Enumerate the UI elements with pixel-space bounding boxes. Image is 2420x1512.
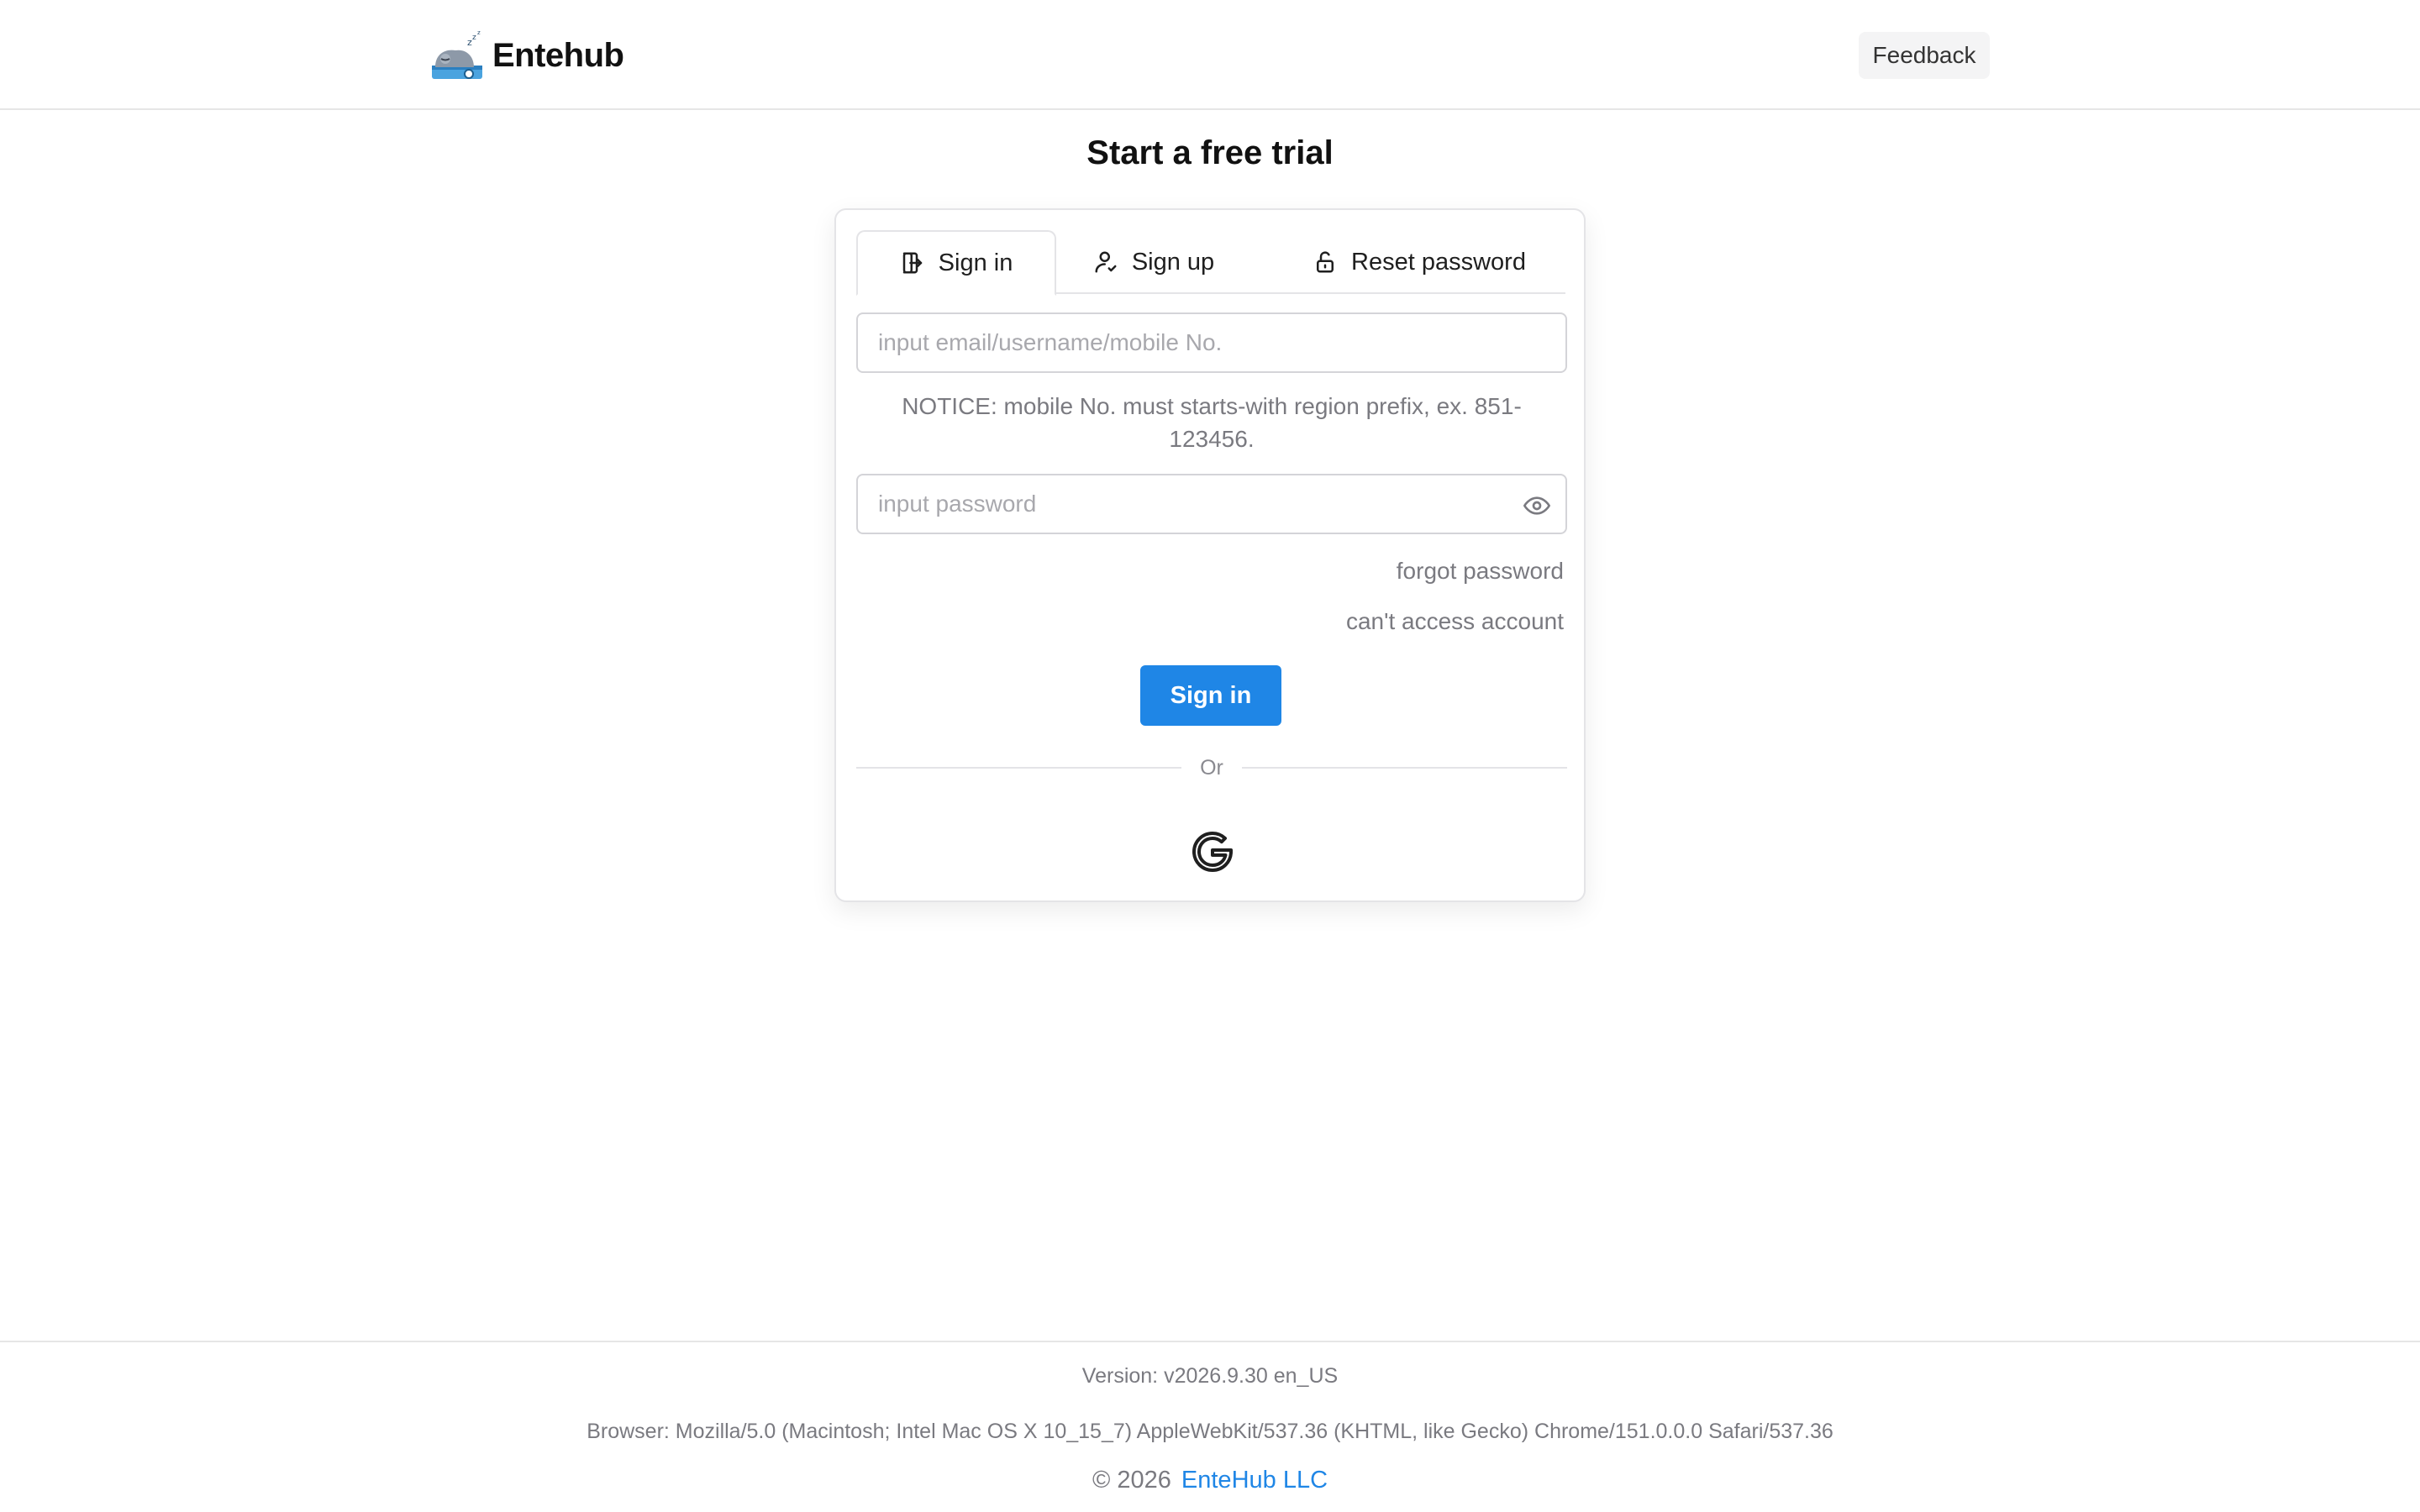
sign-in-icon — [902, 252, 922, 274]
unlock-icon — [1317, 251, 1334, 273]
tab-sign-up[interactable]: Sign up — [1078, 230, 1229, 294]
email-input[interactable] — [858, 314, 1565, 371]
page-footer: Version: v2026.9.30 en_US Browser: Mozil… — [0, 1341, 2420, 1512]
logo-icon: z z z — [432, 30, 482, 79]
eye-icon[interactable] — [1523, 492, 1550, 519]
forgot-password-link[interactable]: forgot password — [1397, 558, 1564, 585]
tab-label: Reset password — [1351, 248, 1526, 276]
svg-text:z: z — [477, 30, 481, 36]
password-field-wrapper — [856, 474, 1567, 534]
page-title: Start a free trial — [1086, 134, 1334, 171]
divider-text: Or — [1200, 755, 1223, 780]
brand[interactable]: z z z Entehub — [430, 30, 624, 81]
divider-line — [1241, 767, 1567, 769]
email-field-wrapper — [856, 312, 1567, 373]
copyright-text: © 2026 — [1092, 1467, 1171, 1494]
tab-label: Sign up — [1131, 248, 1215, 276]
or-divider: Or — [856, 751, 1567, 785]
divider-line — [856, 767, 1182, 769]
top-header: z z z Entehub Feedback — [0, 0, 2420, 110]
company-link[interactable]: EnteHub LLC — [1181, 1467, 1328, 1494]
password-input[interactable] — [858, 475, 1565, 533]
auth-card: Sign in Sign up Reset password NOTICE: m… — [834, 208, 1586, 902]
sign-in-button[interactable]: Sign in — [1140, 665, 1281, 726]
cant-access-account-link[interactable]: can't access account — [1346, 608, 1564, 635]
tab-reset-password[interactable]: Reset password — [1293, 230, 1545, 294]
browser-info: Browser: Mozilla/5.0 (Macintosh; Intel M… — [587, 1420, 1833, 1443]
auth-tabs: Sign in Sign up Reset password — [856, 230, 1565, 296]
svg-text:z: z — [472, 34, 476, 42]
mobile-notice: NOTICE: mobile No. must starts-with regi… — [902, 393, 1522, 452]
brand-name: Entehub — [492, 36, 624, 74]
copyright: © 2026 EnteHub LLC — [0, 1467, 2420, 1494]
tab-label: Sign in — [938, 249, 1013, 276]
tab-sign-in[interactable]: Sign in — [856, 230, 1056, 296]
version-text: Version: v2026.9.30 en_US — [1081, 1364, 1339, 1388]
google-icon[interactable] — [1187, 827, 1238, 877]
user-check-icon — [1095, 251, 1117, 273]
feedback-button[interactable]: Feedback — [1859, 32, 1990, 79]
